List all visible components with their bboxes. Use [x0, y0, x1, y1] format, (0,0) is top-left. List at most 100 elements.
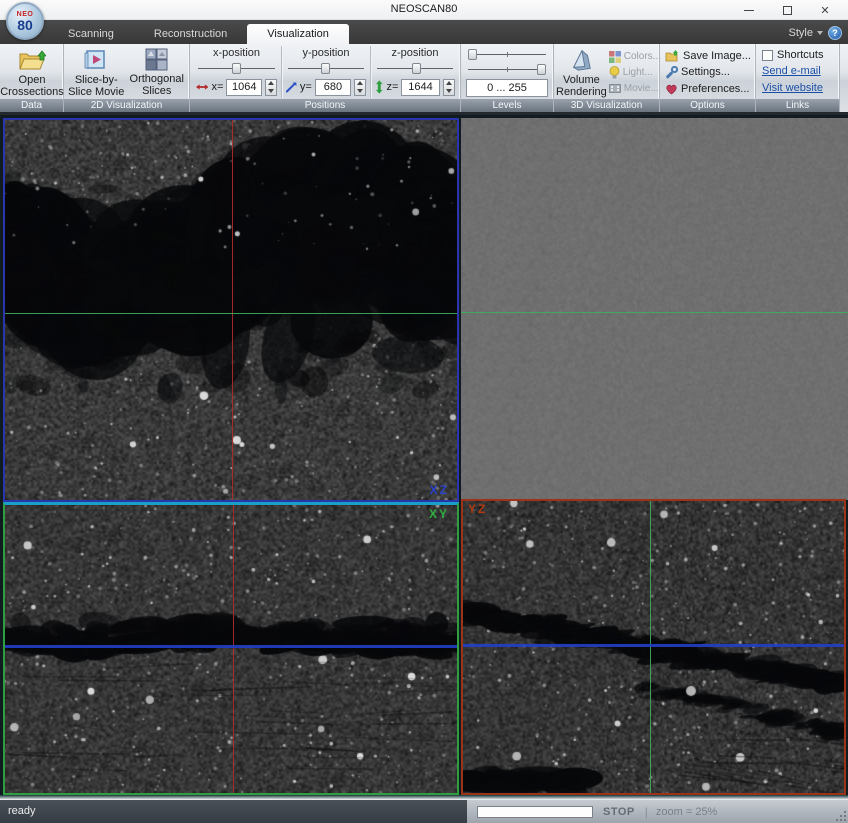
- viz3d-mini-buttons: Colors... Light... Movie...: [607, 46, 661, 98]
- z-value-input[interactable]: 1644: [401, 79, 439, 96]
- group-label-links: Links: [756, 99, 839, 112]
- x-prefix: x=: [211, 81, 223, 93]
- level-high-thumb[interactable]: [537, 64, 546, 75]
- shortcuts-checkbox-row[interactable]: Shortcuts: [762, 48, 836, 62]
- slice-by-slice-movie-button[interactable]: Slice-by-Slice Movie: [66, 46, 127, 98]
- y-prefix: y=: [300, 81, 312, 93]
- minimize-button[interactable]: [730, 0, 768, 20]
- x-axis-icon: [196, 83, 208, 91]
- x-slider-thumb[interactable]: [232, 63, 241, 74]
- settings-button[interactable]: Settings...: [665, 65, 752, 80]
- yz-z-crosshair-line[interactable]: [650, 501, 651, 793]
- yz-y-crosshair-line[interactable]: [463, 644, 844, 647]
- yz-viewport[interactable]: YZ: [461, 499, 846, 795]
- x-position-slider[interactable]: [198, 62, 275, 75]
- xz-view-label: XZ: [430, 483, 449, 497]
- logo-text-bottom: 80: [17, 18, 33, 32]
- xz-x-crosshair-line[interactable]: [232, 120, 233, 500]
- window-controls: ✕: [730, 0, 844, 20]
- xz-viewport[interactable]: XZ: [3, 118, 459, 502]
- maximize-button[interactable]: [768, 0, 806, 20]
- light-button: Light...: [609, 65, 661, 80]
- zoom-level-text: zoom = 25%: [656, 806, 717, 818]
- save-image-button[interactable]: Save Image...: [665, 48, 752, 63]
- colors-icon: [609, 51, 621, 63]
- orthogonal-slices-button[interactable]: Orthogonal Slices: [127, 46, 188, 98]
- ribbon: Open Crossections Data Slice-by-Slice Mo…: [0, 44, 848, 115]
- y-position-title: y-position: [286, 47, 366, 61]
- open-crossections-button[interactable]: Open Crossections: [2, 46, 62, 98]
- xy-x-crosshair-line[interactable]: [233, 505, 234, 793]
- x-value-input[interactable]: 1064: [226, 79, 262, 96]
- group-label-data: Data: [0, 99, 63, 112]
- y-slider-thumb[interactable]: [321, 63, 330, 74]
- z-spinner[interactable]: [443, 79, 455, 96]
- y-position-slider[interactable]: [288, 62, 364, 75]
- close-button[interactable]: ✕: [806, 0, 844, 20]
- preferences-heart-icon: [665, 83, 678, 95]
- xy-viewport[interactable]: XY: [3, 502, 459, 795]
- light-label: Light...: [623, 67, 653, 78]
- group-label-2d: 2D Visualization: [64, 99, 189, 112]
- xz-slice-image[interactable]: [5, 120, 457, 500]
- resize-grip[interactable]: [836, 811, 846, 821]
- help-button[interactable]: ?: [828, 26, 842, 40]
- xy-view-label: XY: [429, 507, 449, 521]
- level-low-slider[interactable]: [468, 48, 546, 61]
- tab-visualization[interactable]: Visualization: [247, 24, 349, 44]
- visit-website-link[interactable]: Visit website: [762, 82, 836, 96]
- slice-movie-label: Slice-by-Slice Movie: [66, 74, 127, 98]
- levels-range-display[interactable]: 0 ... 255: [466, 79, 548, 97]
- maximize-icon: [783, 6, 792, 15]
- xz-z-crosshair-line[interactable]: [5, 313, 457, 314]
- group-label-3d: 3D Visualization: [554, 99, 659, 112]
- z-position-slider[interactable]: [377, 62, 453, 75]
- group-options: Save Image... Settings... Preferences...…: [660, 44, 756, 112]
- tab-reconstruction[interactable]: Reconstruction: [134, 24, 247, 44]
- stop-button[interactable]: STOP: [603, 806, 635, 818]
- send-email-link[interactable]: Send e-mail: [762, 65, 836, 79]
- group-2d-visualization: Slice-by-Slice Movie Orthogonal Slices 2…: [64, 44, 190, 112]
- xy-slice-image[interactable]: [5, 505, 457, 793]
- window-title: NEOSCAN80: [0, 3, 848, 15]
- xy-y-crosshair-line[interactable]: [5, 645, 457, 648]
- orthogonal-slices-icon: [145, 48, 168, 71]
- group-levels: 0 ... 255 Levels: [461, 44, 554, 112]
- group-links: Shortcuts Send e-mail Visit website Link…: [756, 44, 840, 112]
- group-data: Open Crossections Data: [0, 44, 64, 112]
- settings-wrench-icon: [665, 66, 678, 79]
- ribbon-tab-bar: NEO 80 Scanning Reconstruction Visualiza…: [0, 20, 848, 44]
- empty-panel-image: [461, 118, 848, 500]
- status-bar: ready STOP | zoom = 25%: [0, 800, 848, 823]
- empty-viewport[interactable]: [461, 118, 848, 500]
- light-icon: [609, 66, 620, 79]
- z-slider-thumb[interactable]: [412, 63, 421, 74]
- yz-slice-image[interactable]: [463, 501, 844, 793]
- shortcuts-checkbox[interactable]: [762, 50, 773, 61]
- save-image-label: Save Image...: [683, 50, 751, 62]
- status-bar-right: STOP | zoom = 25%: [467, 800, 848, 823]
- level-high-slider[interactable]: [468, 63, 546, 76]
- group-label-options: Options: [660, 99, 755, 112]
- neoscan-app-window: NEOSCAN80 ✕ NEO 80 Scanning Reconstructi…: [0, 0, 848, 823]
- minimize-icon: [744, 10, 754, 11]
- neoscan-logo: NEO 80: [6, 2, 44, 40]
- empty-z-crosshair-line[interactable]: [461, 312, 848, 313]
- open-crossections-label: Open Crossections: [0, 74, 64, 98]
- y-value-input[interactable]: 680: [315, 79, 351, 96]
- style-label: Style: [789, 27, 813, 39]
- volume-rendering-button[interactable]: Volume Rendering: [556, 46, 607, 98]
- close-icon: ✕: [820, 4, 829, 17]
- group-positions: x-position x= 1064 y-position: [190, 44, 461, 112]
- volume-rendering-label: Volume Rendering: [556, 74, 607, 98]
- y-axis-icon: [286, 81, 297, 93]
- preferences-button[interactable]: Preferences...: [665, 81, 752, 96]
- x-spinner[interactable]: [265, 79, 277, 96]
- y-spinner[interactable]: [354, 79, 366, 96]
- group-label-positions: Positions: [190, 99, 460, 112]
- tab-scanning[interactable]: Scanning: [48, 24, 134, 44]
- style-dropdown[interactable]: Style: [789, 27, 823, 39]
- group-label-levels: Levels: [461, 99, 553, 112]
- movie-label: Movie...: [624, 83, 659, 94]
- level-low-thumb[interactable]: [468, 49, 477, 60]
